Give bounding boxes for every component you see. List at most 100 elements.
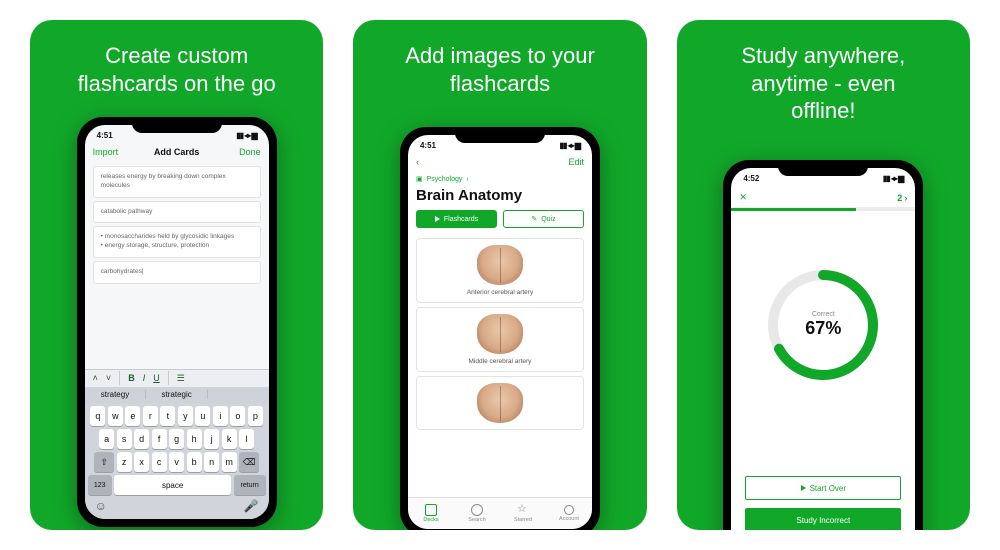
study-incorrect-button[interactable]: Study Incorrect xyxy=(745,508,901,530)
phone-frame: 4:51 ▮▮ ◂▸ ▆ Import Add Cards Done relea… xyxy=(77,117,277,527)
emoji-icon[interactable]: ☺ xyxy=(95,499,107,513)
key[interactable]: h xyxy=(187,429,202,449)
tab-account[interactable]: Account xyxy=(546,498,592,529)
key[interactable]: c xyxy=(152,452,167,472)
close-button[interactable]: ✕ xyxy=(739,192,747,203)
pencil-icon: ✎ xyxy=(531,215,537,223)
key[interactable]: w xyxy=(108,406,123,426)
tab-decks[interactable]: Decks xyxy=(408,498,454,529)
key[interactable]: j xyxy=(204,429,219,449)
key[interactable]: f xyxy=(152,429,167,449)
count-value: 2 xyxy=(897,193,902,203)
prediction-2[interactable]: strategic xyxy=(146,390,208,399)
done-button[interactable]: Done xyxy=(225,147,261,157)
list-icon[interactable]: ☰ xyxy=(177,373,185,384)
key[interactable]: i xyxy=(213,406,228,426)
folder-icon: ▣ xyxy=(416,175,423,183)
flashcard-caption: Anterior cerebral artery xyxy=(467,289,533,296)
shift-key[interactable]: ⇧ xyxy=(94,452,114,472)
key[interactable]: k xyxy=(222,429,237,449)
progress-fill xyxy=(731,208,856,211)
phone-frame: 4:51 ▮▮ ◂▸ ▆ ‹ Edit ▣ Psychology › Brain… xyxy=(400,127,600,530)
start-over-button[interactable]: Start Over xyxy=(745,476,901,500)
key-row-4: 123 space return xyxy=(85,472,269,495)
tab-starred[interactable]: ☆Starred xyxy=(500,498,546,529)
chevron-down-icon[interactable]: ˅ xyxy=(106,373,111,383)
promo-panel-1: Create custom flashcards on the go 4:51 … xyxy=(30,20,323,530)
breadcrumb[interactable]: ▣ Psychology › xyxy=(408,173,592,185)
card-back-1[interactable]: catabolic pathway xyxy=(93,201,261,224)
keyboard-predictions[interactable]: strategy strategic xyxy=(85,387,269,403)
key[interactable]: o xyxy=(230,406,245,426)
panel-title: Study anywhere, anytime - even offline! xyxy=(721,20,925,135)
card-front-1[interactable]: releases energy by breaking down complex… xyxy=(93,166,261,198)
flashcard-item[interactable]: Anterior cerebral artery xyxy=(416,238,584,303)
format-toolbar[interactable]: ˄ ˅ B I U ☰ xyxy=(85,369,269,387)
status-time: 4:51 xyxy=(420,141,436,150)
keyboard-bottom: ☺ 🎤 xyxy=(85,495,269,519)
key[interactable]: m xyxy=(222,452,237,472)
screen-deck: 4:51 ▮▮ ◂▸ ▆ ‹ Edit ▣ Psychology › Brain… xyxy=(408,135,592,529)
score-label: Correct 67% xyxy=(805,311,841,339)
label: Study Incorrect xyxy=(796,516,850,525)
chevron-up-icon[interactable]: ˄ xyxy=(93,373,98,383)
key[interactable]: z xyxy=(117,452,132,472)
edit-button[interactable]: Edit xyxy=(548,157,584,167)
bold-button[interactable]: B xyxy=(128,373,135,383)
key[interactable]: g xyxy=(169,429,184,449)
flashcard-item[interactable]: Middle cerebral artery xyxy=(416,307,584,372)
key[interactable]: p xyxy=(248,406,263,426)
status-icons: ▮▮ ◂▸ ▆ xyxy=(560,141,580,150)
key[interactable]: l xyxy=(239,429,254,449)
backspace-key[interactable]: ⌫ xyxy=(239,452,259,472)
back-button[interactable]: ‹ xyxy=(416,157,452,167)
prediction-1[interactable]: strategy xyxy=(85,390,147,399)
keyboard[interactable]: ˄ ˅ B I U ☰ strategy strategic qwertyuio… xyxy=(85,369,269,519)
space-key[interactable]: space xyxy=(114,475,231,495)
return-key[interactable]: return xyxy=(234,475,266,495)
promo-panel-2: Add images to your flashcards 4:51 ▮▮ ◂▸… xyxy=(353,20,646,530)
tab-quiz[interactable]: ✎Quiz xyxy=(503,210,584,228)
key[interactable]: e xyxy=(125,406,140,426)
notch xyxy=(455,127,545,143)
card-front-2[interactable]: • monosaccharides held by glycosidic lin… xyxy=(93,226,261,258)
italic-button[interactable]: I xyxy=(143,373,146,383)
search-icon xyxy=(471,504,483,516)
label: Account xyxy=(559,516,579,522)
tab-flashcards[interactable]: Flashcards xyxy=(416,210,497,228)
brain-image xyxy=(477,383,523,423)
brain-image xyxy=(477,245,523,285)
label: Search xyxy=(468,517,485,523)
deck-icon xyxy=(425,504,437,516)
chevron-right-icon: › xyxy=(466,176,468,183)
tab-search[interactable]: Search xyxy=(454,498,500,529)
key[interactable]: b xyxy=(187,452,202,472)
key[interactable]: a xyxy=(99,429,114,449)
label: Flashcards xyxy=(444,216,478,223)
key[interactable]: n xyxy=(204,452,219,472)
key[interactable]: t xyxy=(160,406,175,426)
card-back-2[interactable]: carbohydrates| xyxy=(93,261,261,284)
key[interactable]: u xyxy=(195,406,210,426)
key[interactable]: d xyxy=(134,429,149,449)
key[interactable]: r xyxy=(143,406,158,426)
key[interactable]: v xyxy=(169,452,184,472)
flashcard-caption: Middle cerebral artery xyxy=(469,358,532,365)
play-icon xyxy=(435,216,440,222)
underline-button[interactable]: U xyxy=(153,373,160,383)
key[interactable]: y xyxy=(178,406,193,426)
flashcard-item[interactable] xyxy=(416,376,584,430)
mic-icon[interactable]: 🎤 xyxy=(244,499,259,513)
import-button[interactable]: Import xyxy=(93,147,129,157)
nav-bar: ‹ Edit xyxy=(408,155,592,173)
screen-results: 4:52 ▮▮ ◂▸ ▆ ✕ 2 › Correct 67% Start Ove… xyxy=(731,168,915,530)
nav-bar: Import Add Cards Done xyxy=(85,145,269,163)
numbers-key[interactable]: 123 xyxy=(88,475,112,495)
score-ring-wrap: Correct 67% xyxy=(731,215,915,435)
account-icon xyxy=(564,505,574,515)
key[interactable]: x xyxy=(134,452,149,472)
notch xyxy=(778,160,868,176)
key[interactable]: q xyxy=(90,406,105,426)
key[interactable]: s xyxy=(117,429,132,449)
label: Start Over xyxy=(810,484,846,493)
